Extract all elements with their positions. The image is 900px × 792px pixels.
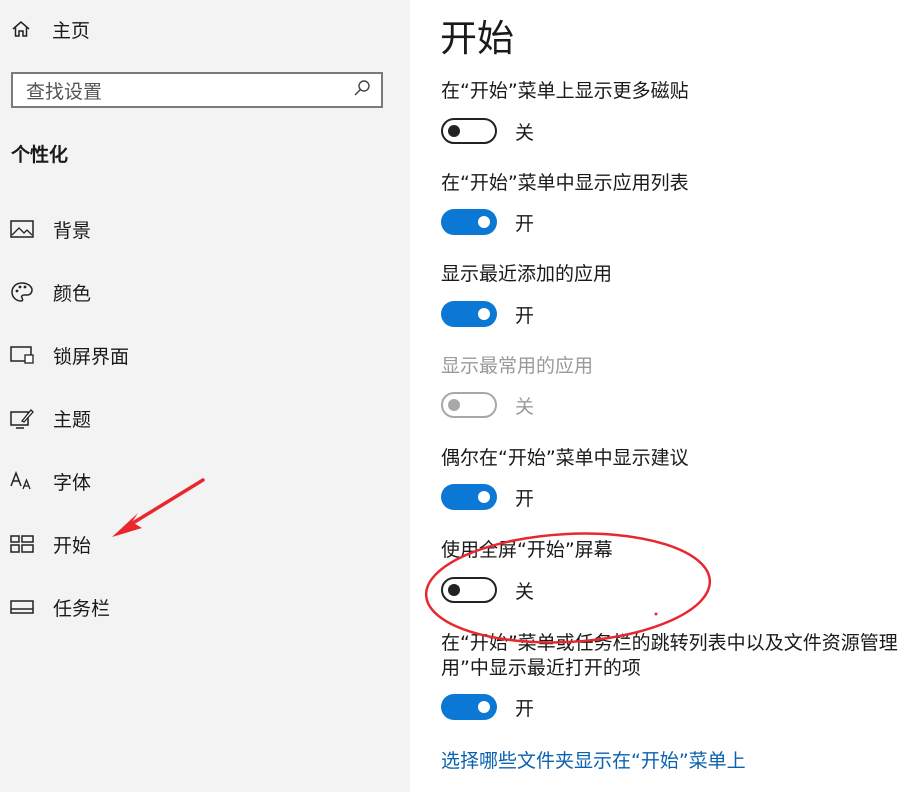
- setting-label: 显示最常用的应用: [441, 355, 594, 377]
- lock-screen-icon: [9, 344, 35, 366]
- home-icon: [10, 18, 32, 40]
- sidebar-item-colors[interactable]: 颜色: [9, 272, 91, 312]
- toggle-state: 关: [515, 395, 535, 418]
- home-nav-item[interactable]: 主页: [10, 12, 90, 46]
- choose-folders-link[interactable]: 选择哪些文件夹显示在“开始”菜单上: [441, 746, 746, 773]
- sidebar-item-label: 背景: [53, 219, 92, 242]
- setting-label: 在“开始”菜单中显示应用列表: [441, 172, 689, 194]
- toggle-full-screen-start[interactable]: 关: [441, 576, 534, 604]
- setting-label: 显示最近添加的应用: [441, 263, 613, 285]
- home-label: 主页: [52, 19, 91, 42]
- sidebar-item-label: 任务栏: [53, 597, 111, 620]
- taskbar-icon: [9, 596, 35, 618]
- toggle-state: 开: [515, 697, 535, 720]
- toggle-state: 开: [515, 212, 535, 235]
- toggle-recently-added[interactable]: 开: [441, 300, 534, 328]
- setting-label: 在“开始”菜单或任务栏的跳转列表中以及文件资源管理: [441, 632, 898, 654]
- search-icon[interactable]: [353, 79, 371, 101]
- sidebar-item-fonts[interactable]: 字体: [9, 461, 91, 501]
- setting-label-line2: 用”中显示最近打开的项: [441, 657, 641, 679]
- toggle-recent-items[interactable]: 开: [441, 693, 534, 721]
- toggle-state: 关: [515, 580, 535, 603]
- sidebar-item-background[interactable]: 背景: [9, 209, 91, 249]
- toggle-app-list[interactable]: 开: [441, 208, 534, 236]
- toggle-suggestions[interactable]: 开: [441, 483, 534, 511]
- toggle-switch[interactable]: [441, 694, 497, 720]
- toggle-state: 关: [515, 121, 535, 144]
- settings-main-panel: 开始 在“开始”菜单上显示更多磁贴 关 在“开始”菜单中显示应用列表 开 显示最…: [410, 0, 900, 792]
- toggle-switch[interactable]: [441, 577, 497, 603]
- start-icon: [9, 533, 35, 555]
- page-title: 开始: [440, 17, 514, 60]
- section-title: 个性化: [11, 144, 69, 166]
- toggle-state: 开: [515, 487, 535, 510]
- toggle-switch[interactable]: [441, 484, 497, 510]
- sidebar-item-label: 开始: [53, 534, 92, 557]
- sidebar-item-label: 主题: [53, 408, 92, 431]
- sidebar-item-label: 字体: [53, 471, 92, 494]
- palette-icon: [9, 281, 35, 303]
- setting-label: 使用全屏“开始”屏幕: [441, 539, 613, 561]
- search-placeholder: 查找设置: [26, 80, 103, 103]
- toggle-switch[interactable]: [441, 118, 497, 144]
- toggle-most-used: 关: [441, 391, 534, 419]
- search-input[interactable]: 查找设置: [11, 72, 383, 108]
- sidebar-item-label: 锁屏界面: [53, 345, 130, 368]
- theme-icon: [9, 407, 35, 429]
- image-icon: [9, 218, 35, 240]
- sidebar-item-start[interactable]: 开始: [9, 524, 91, 564]
- settings-sidebar: 主页 查找设置 个性化 背景 颜色 锁屏界面 主题 字体 开始 任务栏: [0, 0, 410, 792]
- toggle-switch[interactable]: [441, 301, 497, 327]
- sidebar-item-taskbar[interactable]: 任务栏: [9, 587, 110, 627]
- toggle-switch[interactable]: [441, 209, 497, 235]
- setting-label: 在“开始”菜单上显示更多磁贴: [441, 80, 689, 102]
- font-icon: [9, 470, 35, 492]
- toggle-more-tiles[interactable]: 关: [441, 117, 534, 145]
- sidebar-item-label: 颜色: [53, 282, 92, 305]
- sidebar-item-themes[interactable]: 主题: [9, 398, 91, 438]
- setting-label: 偶尔在“开始”菜单中显示建议: [441, 447, 689, 469]
- toggle-state: 开: [515, 304, 535, 327]
- sidebar-item-lock-screen[interactable]: 锁屏界面: [9, 335, 129, 375]
- toggle-switch: [441, 392, 497, 418]
